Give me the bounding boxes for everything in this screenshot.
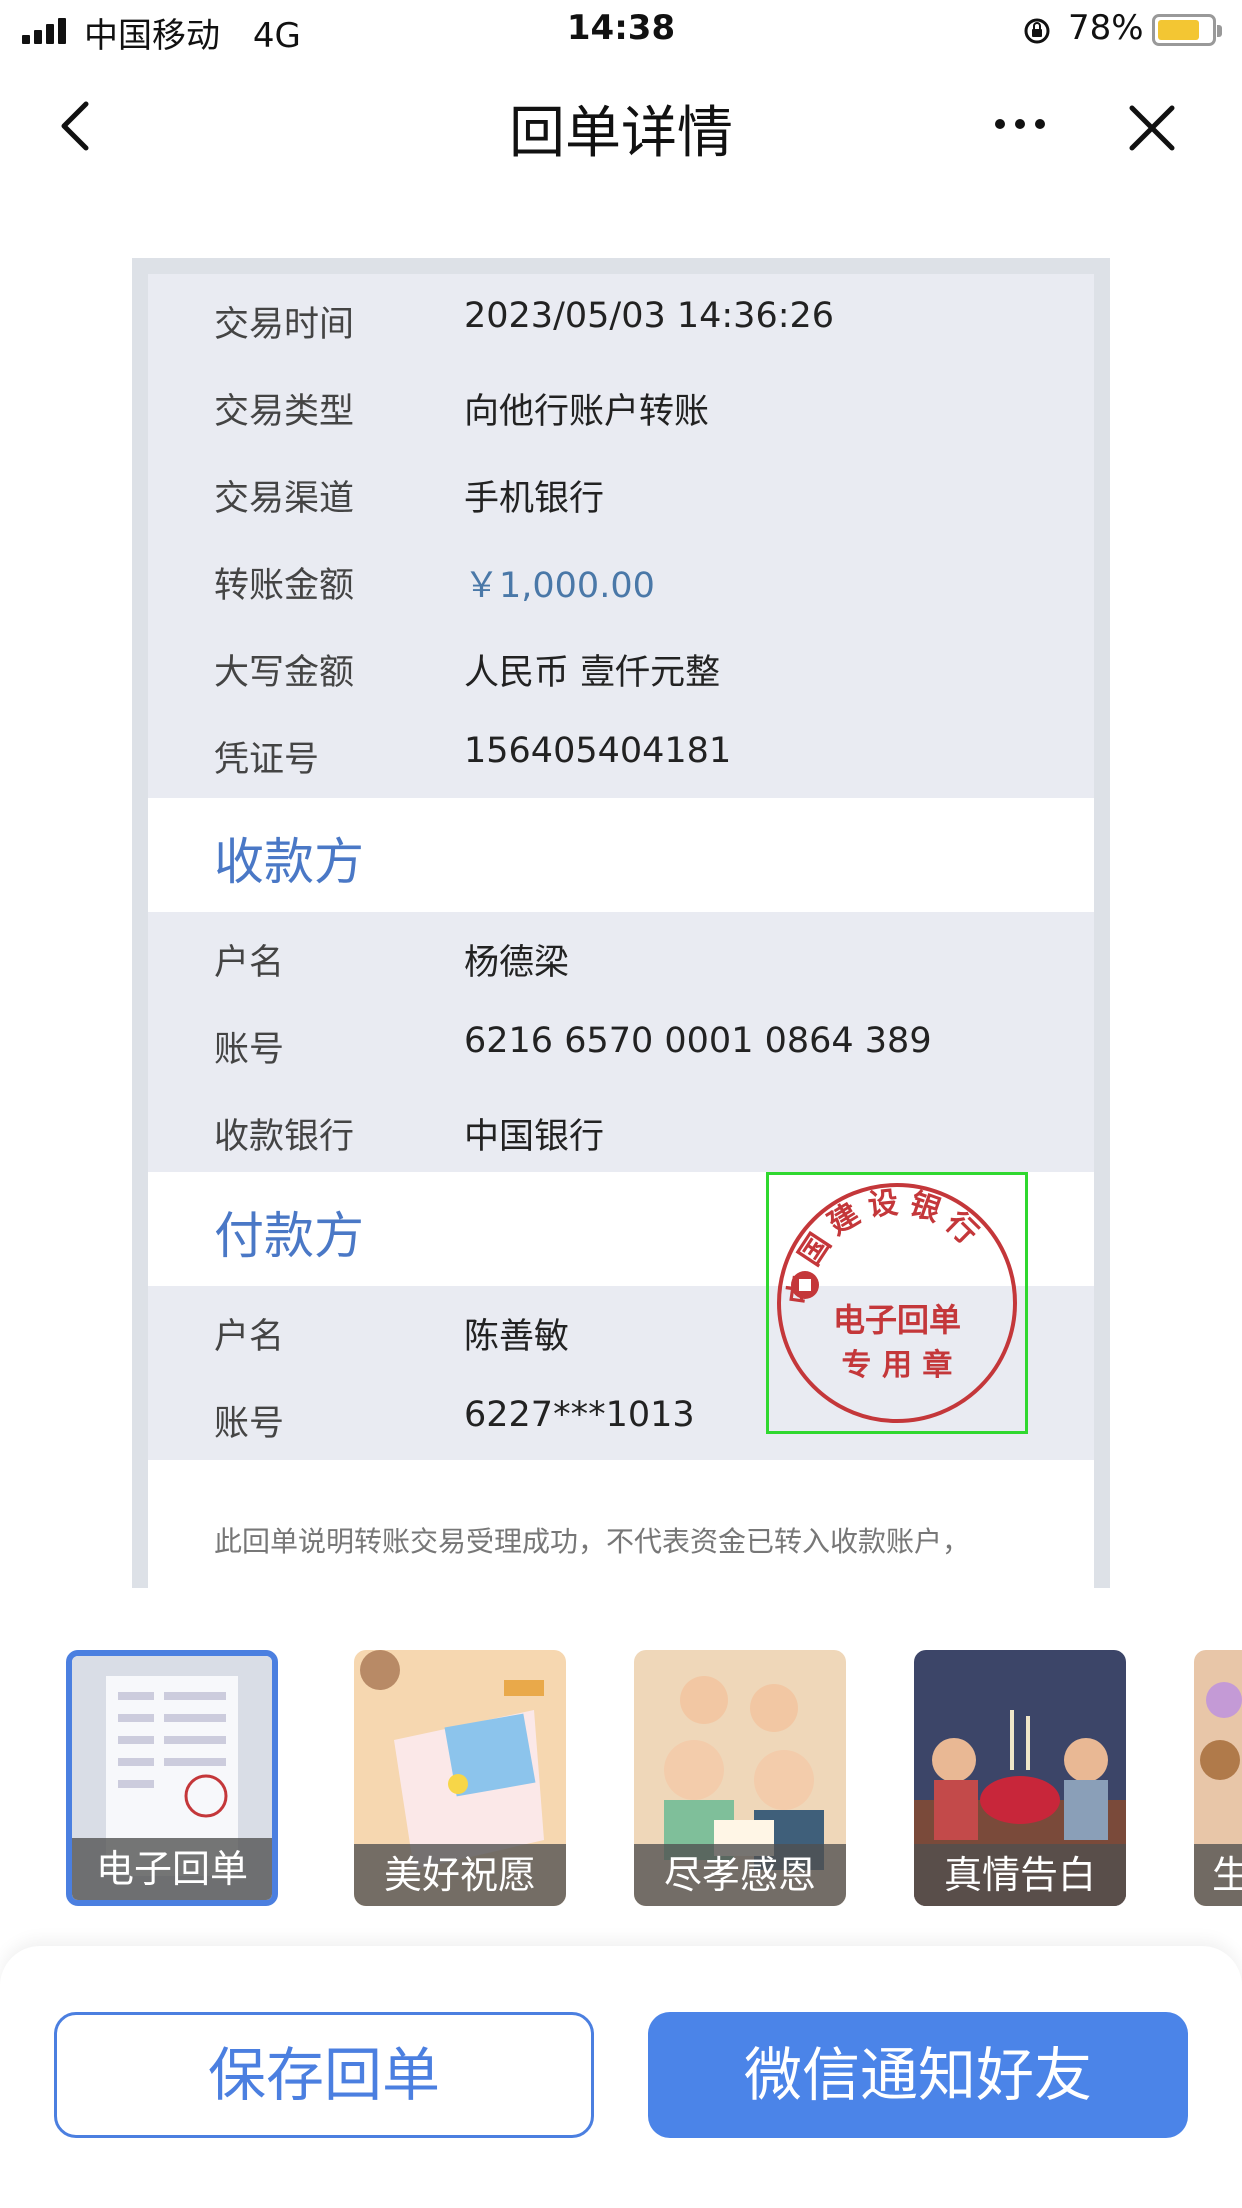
row-label: 大写金额 xyxy=(214,653,355,693)
battery-percent: 78% xyxy=(1068,8,1144,48)
payee-section-header: 收款方 xyxy=(148,798,1094,912)
row-label: 户名 xyxy=(214,1317,285,1357)
theme-label: 真情告白 xyxy=(914,1844,1126,1906)
receipt-row: 转账金额 ￥1,000.00 xyxy=(148,535,1094,623)
battery-icon xyxy=(1152,14,1222,46)
battery-level xyxy=(1158,20,1199,40)
receipt-row: 交易类型 向他行账户转账 xyxy=(148,361,1094,449)
receipt-row: 交易时间 2023/05/03 14:36:26 xyxy=(148,274,1094,362)
receipt-row: 凭证号 156405404181 xyxy=(148,709,1094,797)
row-label: 收款银行 xyxy=(214,1117,355,1157)
receipt-row: 大写金额 人民币 壹仟元整 xyxy=(148,622,1094,710)
row-value: 2023/05/03 14:36:26 xyxy=(464,296,835,336)
row-value: 人民币 壹仟元整 xyxy=(464,653,721,693)
nav-bar: 回单详情 xyxy=(0,66,1242,186)
more-icon[interactable] xyxy=(992,116,1048,132)
row-label: 交易类型 xyxy=(214,392,355,432)
row-value: 手机银行 xyxy=(464,479,605,519)
theme-birthday[interactable]: 生 xyxy=(1194,1650,1242,1906)
orientation-lock-icon xyxy=(1024,18,1050,44)
page-title: 回单详情 xyxy=(509,101,733,166)
receipt-row: 账号 6216 6570 0001 0864 389 xyxy=(148,999,1094,1087)
save-receipt-button[interactable]: 保存回单 xyxy=(54,2012,594,2138)
row-label: 交易渠道 xyxy=(214,479,355,519)
row-label: 凭证号 xyxy=(214,740,320,780)
theme-label: 美好祝愿 xyxy=(354,1844,566,1906)
wechat-notify-button[interactable]: 微信通知好友 xyxy=(648,2012,1188,2138)
row-label: 账号 xyxy=(214,1404,285,1444)
section-title: 付款方 xyxy=(214,1207,364,1265)
theme-selector: 电子回单 美好祝愿 尽孝感恩 真情告白 生 xyxy=(0,1640,1242,1920)
theme-best-wishes[interactable]: 美好祝愿 xyxy=(354,1650,566,1906)
transfer-amount: ￥1,000.00 xyxy=(464,566,655,606)
row-value: 中国银行 xyxy=(464,1117,605,1157)
seal-icon: 中国建设银行 电子回单 专 用 章 xyxy=(777,1183,1017,1423)
theme-filial-gratitude[interactable]: 尽孝感恩 xyxy=(634,1650,846,1906)
row-label: 户名 xyxy=(214,943,285,983)
receipt-row: 交易渠道 手机银行 xyxy=(148,448,1094,536)
row-label: 账号 xyxy=(214,1030,285,1070)
row-value: 6227***1013 xyxy=(464,1395,695,1435)
section-title: 收款方 xyxy=(214,833,364,891)
status-bar: 中国移动 4G 14:38 78% xyxy=(0,0,1242,66)
disclaimer-text: 此回单说明转账交易受理成功，不代表资金已转入收款账户， xyxy=(214,1525,971,1558)
receipt-row: 户名 杨德梁 xyxy=(148,912,1094,1000)
row-value: 杨德梁 xyxy=(464,943,570,983)
close-icon[interactable] xyxy=(1124,100,1180,156)
bottom-action-bar: 保存回单 微信通知好友 xyxy=(0,1946,1242,2208)
seal-line-1: 电子回单 xyxy=(833,1301,961,1339)
theme-label: 电子回单 xyxy=(72,1838,272,1900)
bank-seal-stamp: 中国建设银行 电子回单 专 用 章 xyxy=(766,1172,1028,1434)
status-time: 14:38 xyxy=(566,8,676,48)
row-label: 交易时间 xyxy=(214,305,355,345)
row-value: 向他行账户转账 xyxy=(464,392,710,432)
theme-label: 尽孝感恩 xyxy=(634,1844,846,1906)
row-value: 6216 6570 0001 0864 389 xyxy=(464,1021,932,1061)
receipt-row: 收款银行 中国银行 xyxy=(148,1086,1094,1174)
seal-line-2: 专 用 章 xyxy=(842,1348,953,1383)
theme-label: 生 xyxy=(1194,1844,1242,1906)
row-value: 陈善敏 xyxy=(464,1317,570,1357)
row-value: 156405404181 xyxy=(464,731,732,771)
theme-heartfelt-confession[interactable]: 真情告白 xyxy=(914,1650,1126,1906)
row-label: 转账金额 xyxy=(214,566,355,606)
theme-electronic-receipt[interactable]: 电子回单 xyxy=(66,1650,278,1906)
notice-area: 此回单说明转账交易受理成功，不代表资金已转入收款账户， xyxy=(148,1460,1094,1588)
